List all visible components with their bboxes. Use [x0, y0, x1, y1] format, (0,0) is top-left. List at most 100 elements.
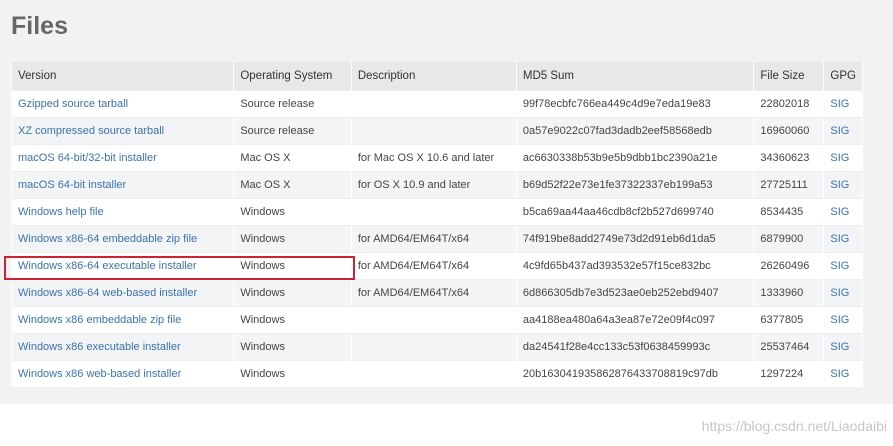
gpg-sig-link[interactable]: SIG [830, 179, 849, 191]
files-page: Files Version Operating System Descripti… [0, 0, 893, 446]
md5-sum-cell: 74f919be8add2749e73d2d91eb6d1da5 [522, 232, 716, 245]
column-header-operating-system: Operating System [233, 62, 352, 90]
table-cell: SIG [823, 278, 863, 306]
file-size-cell: 1333960 [760, 286, 804, 299]
table-cell: SIG [823, 170, 863, 198]
table-cell: 6377805 [753, 305, 825, 333]
md5-sum-cell: b5ca69aa44aa46cdb8cf2b527d699740 [522, 205, 714, 218]
table-cell: SIG [823, 332, 863, 360]
version-link[interactable]: macOS 64-bit installer [18, 179, 126, 191]
table-cell: Windows [233, 359, 352, 387]
operating-system-cell: Windows [240, 313, 285, 326]
gpg-sig-link[interactable]: SIG [830, 233, 849, 245]
version-link[interactable]: macOS 64-bit/32-bit installer [18, 152, 157, 164]
file-size-cell: 27725111 [760, 178, 808, 191]
table-cell: Windows x86-64 embeddable zip file [10, 224, 235, 252]
table-cell: Windows [233, 332, 352, 360]
table-cell: Windows [233, 305, 352, 333]
table-cell: 4c9fd65b437ad393532e57f15ce832bc [515, 251, 755, 279]
version-link[interactable]: Windows help file [18, 206, 104, 218]
table-cell: aa4188ea480a64a3ea87e72e09f4c097 [515, 305, 755, 333]
table-row: Windows x86 executable installer Windows d… [10, 332, 863, 360]
file-size-cell: 6879900 [760, 232, 804, 245]
operating-system-cell: Windows [240, 286, 285, 299]
version-link[interactable]: Windows x86 web-based installer [18, 368, 181, 380]
version-link[interactable]: Windows x86-64 web-based installer [18, 287, 197, 299]
table-cell: Source release [233, 89, 352, 117]
table-row: Windows x86 web-based installer Windows 20… [10, 359, 863, 387]
table-cell: Windows x86 embeddable zip file [10, 305, 235, 333]
table-cell: macOS 64-bit installer [10, 170, 235, 198]
md5-sum-cell: b69d52f22e73e1fe37322337eb199a53 [522, 178, 713, 191]
gpg-sig-link[interactable]: SIG [830, 152, 849, 164]
gpg-sig-link[interactable]: SIG [830, 98, 849, 110]
table-cell: b5ca69aa44aa46cdb8cf2b527d699740 [515, 197, 755, 225]
table-cell: macOS 64-bit/32-bit installer [10, 143, 235, 171]
version-link[interactable]: Windows x86-64 executable installer [18, 260, 197, 272]
table-row: Gzipped source tarball Source release 99f7… [10, 89, 863, 117]
gpg-sig-link[interactable]: SIG [830, 206, 849, 218]
table-cell: SIG [823, 251, 863, 279]
version-link[interactable]: Gzipped source tarball [18, 98, 128, 110]
column-header-description: Description [350, 62, 517, 90]
table-cell: Windows x86 web-based installer [10, 359, 235, 387]
gpg-sig-link[interactable]: SIG [830, 341, 849, 353]
description-cell: for Mac OS X 10.6 and later [357, 151, 495, 164]
column-header-version: Version [10, 62, 235, 90]
table-cell: Windows [233, 278, 352, 306]
table-cell: Windows [233, 197, 352, 225]
table-cell: 22802018 [753, 89, 825, 117]
md5-sum-cell: aa4188ea480a64a3ea87e72e09f4c097 [522, 313, 715, 326]
table-cell [350, 89, 517, 117]
description-cell: for AMD64/EM64T/x64 [357, 259, 470, 272]
table-cell [350, 116, 517, 144]
operating-system-cell: Windows [240, 367, 285, 380]
operating-system-cell: Mac OS X [240, 151, 291, 164]
table-cell: 6879900 [753, 224, 825, 252]
table-cell: 6d866305db7e3d523ae0eb252ebd9407 [515, 278, 755, 306]
table-cell: for AMD64/EM64T/x64 [350, 278, 517, 306]
md5-sum-cell: da24541f28e4cc133c53f0638459993c [522, 340, 711, 353]
table-cell: Windows [233, 224, 352, 252]
table-cell [350, 305, 517, 333]
table-row: macOS 64-bit/32-bit installer Mac OS X for… [10, 143, 863, 171]
file-size-cell: 8534435 [760, 205, 804, 218]
table-cell: SIG [823, 143, 863, 171]
version-link[interactable]: Windows x86 executable installer [18, 341, 181, 353]
gpg-sig-link[interactable]: SIG [830, 287, 849, 299]
file-size-cell: 1297224 [760, 367, 804, 380]
table-cell: Windows x86-64 executable installer [10, 251, 235, 279]
gpg-sig-link[interactable]: SIG [830, 368, 849, 380]
table-row: macOS 64-bit installer Mac OS X for OS X 1… [10, 170, 863, 198]
table-cell: 1297224 [753, 359, 825, 387]
file-size-cell: 6377805 [760, 313, 804, 326]
gpg-sig-link[interactable]: SIG [830, 314, 849, 326]
md5-sum-cell: 4c9fd65b437ad393532e57f15ce832bc [522, 259, 711, 272]
version-link[interactable]: Windows x86 embeddable zip file [18, 314, 181, 326]
version-link[interactable]: XZ compressed source tarball [18, 125, 164, 137]
version-link[interactable]: Windows x86-64 embeddable zip file [18, 233, 197, 245]
table-cell: 25537464 [753, 332, 825, 360]
table-cell: Gzipped source tarball [10, 89, 235, 117]
files-table: Version Operating System Description MD5… [10, 62, 863, 387]
file-size-cell: 16960060 [760, 124, 810, 137]
column-header-file-size: File Size [753, 62, 825, 90]
gpg-sig-link[interactable]: SIG [830, 260, 849, 272]
table-cell: SIG [823, 224, 863, 252]
table-cell: SIG [823, 89, 863, 117]
table-cell: b69d52f22e73e1fe37322337eb199a53 [515, 170, 755, 198]
table-row: Windows x86-64 executable installer Windo… [10, 251, 863, 279]
operating-system-cell: Windows [240, 340, 285, 353]
table-cell: SIG [823, 116, 863, 144]
table-row: Windows x86-64 web-based installer Window… [10, 278, 863, 306]
operating-system-cell: Windows [240, 259, 285, 272]
table-cell: 99f78ecbfc766ea449c4d9e7eda19e83 [515, 89, 755, 117]
table-cell: 8534435 [753, 197, 825, 225]
file-size-cell: 22802018 [760, 97, 810, 110]
table-cell [350, 197, 517, 225]
table-cell: 34360623 [753, 143, 825, 171]
page-title: Files [11, 12, 68, 40]
gpg-sig-link[interactable]: SIG [830, 125, 849, 137]
table-cell: Source release [233, 116, 352, 144]
operating-system-cell: Mac OS X [240, 178, 291, 191]
